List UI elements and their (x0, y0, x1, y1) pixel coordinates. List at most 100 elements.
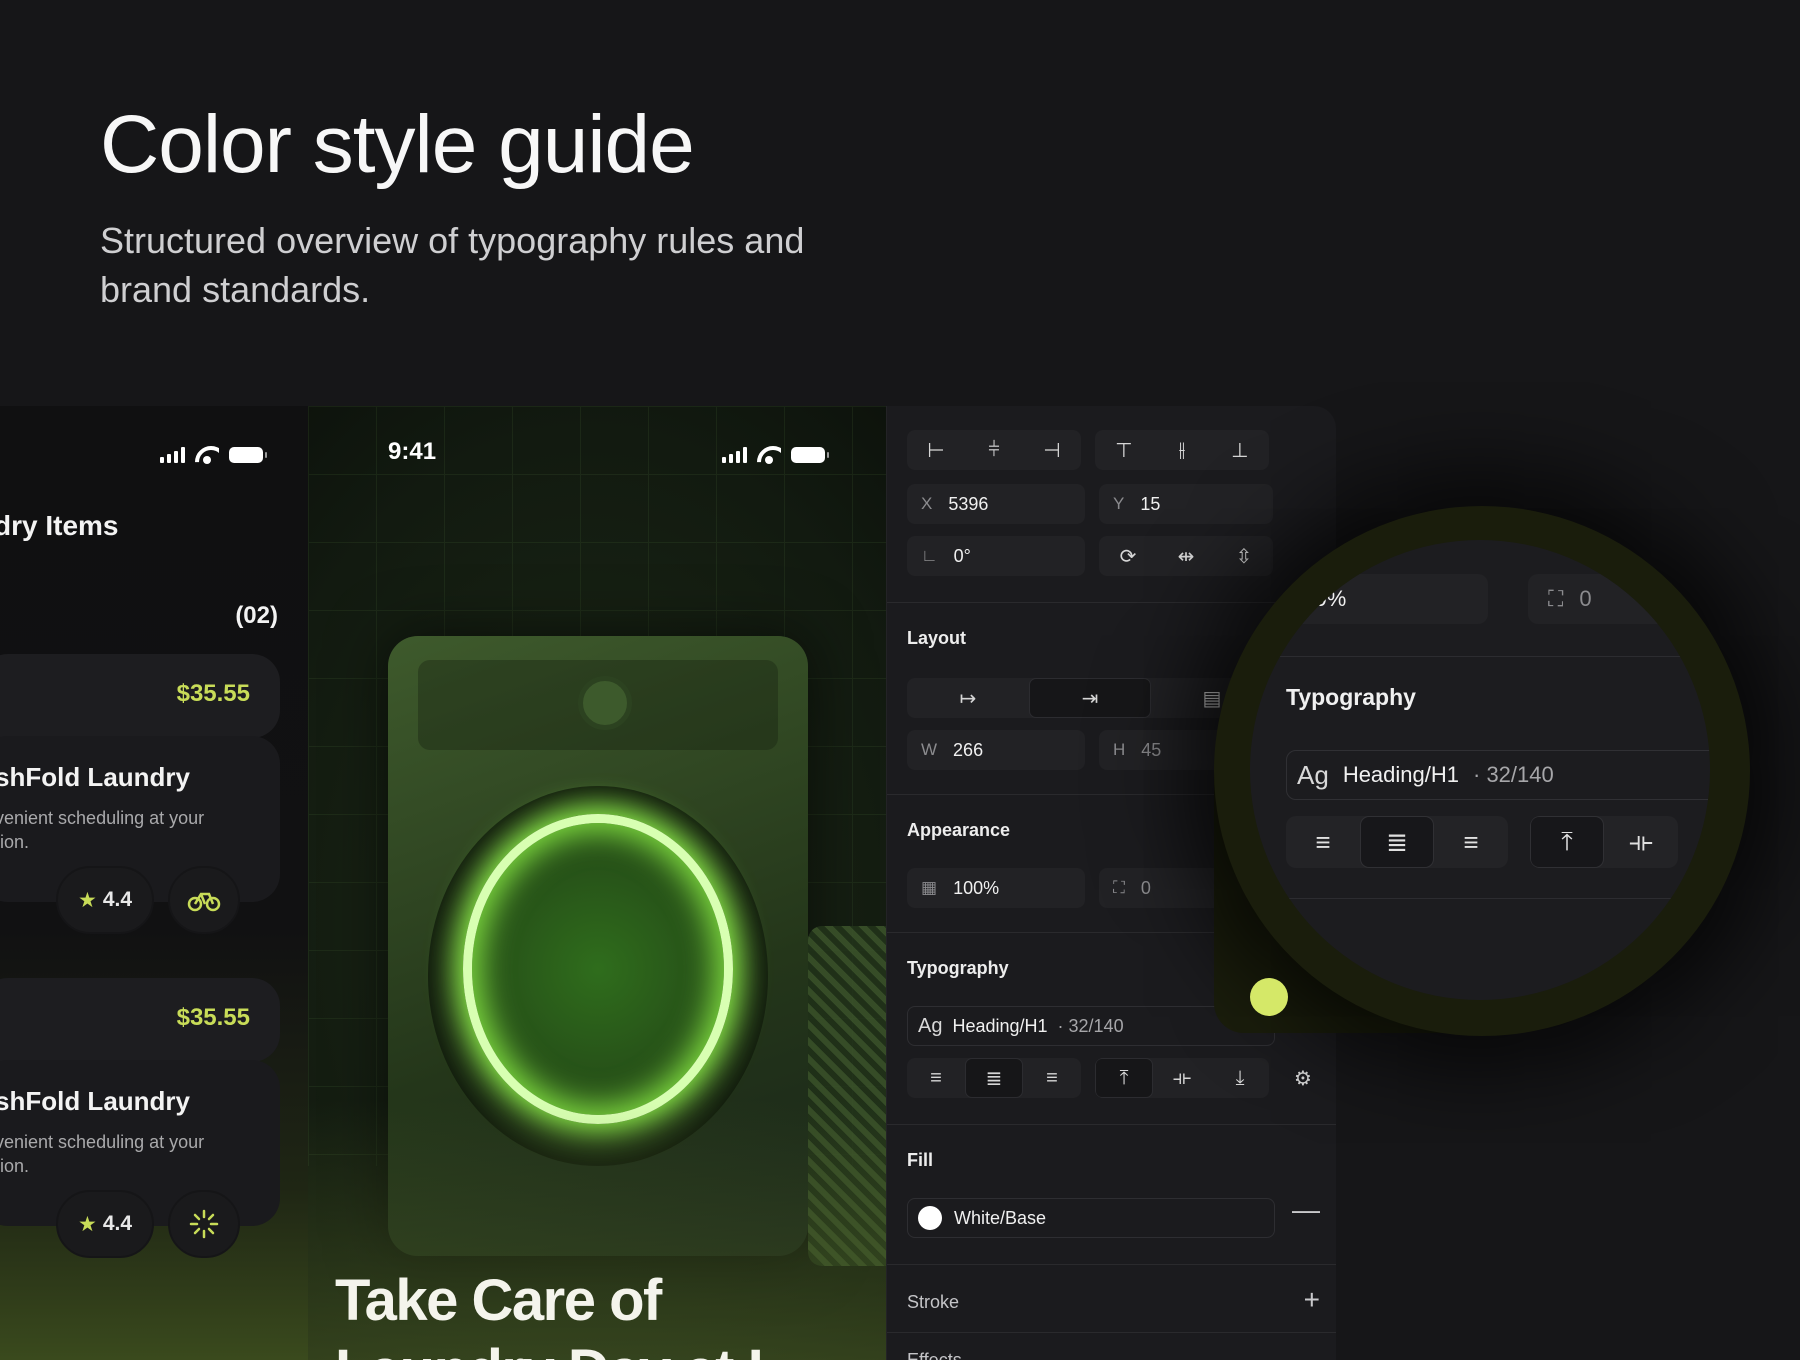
fill-color-field[interactable]: White/Base (907, 1198, 1275, 1238)
align-middle-icon[interactable]: ⫲ (1153, 430, 1211, 470)
text-settings-icon[interactable]: ⚙ (1283, 1058, 1323, 1098)
magnified-vertical-align-group: ⤒ ⟛ (1530, 816, 1678, 868)
magnified-text-align-group: ≡ ≣ ≡ (1286, 816, 1508, 868)
magnified-opacity-value: 100% (1290, 586, 1347, 611)
opacity-icon: ▦ (921, 878, 938, 897)
signal-icon (722, 447, 747, 463)
align-top-icon[interactable]: ⊤ (1095, 430, 1153, 470)
flip-horizontal-icon[interactable]: ⇹ (1157, 536, 1215, 576)
magnifier-lens: 100% ⛶ 0 Typography Ag Heading/H1 · 32/1… (1250, 540, 1710, 1000)
page-subtitle: Structured overview of typography rules … (100, 220, 805, 310)
width-field[interactable]: W 266 (907, 730, 1085, 770)
card-title: shFold Laundry (0, 1086, 190, 1116)
opacity-value: 100% (953, 877, 1000, 898)
headline-line-1: Take Care of (335, 1268, 662, 1333)
text-style-icon: Ag (918, 1014, 943, 1037)
magnified-text-style: Ag Heading/H1 · 32/140 (1286, 750, 1710, 800)
effects-label: Effects (907, 1350, 962, 1360)
align-right-icon[interactable]: ⊣ (1023, 430, 1081, 470)
divider (1250, 656, 1710, 657)
text-style-icon: Ag (1297, 759, 1329, 790)
w-value: 266 (953, 739, 984, 760)
color-picker-knob[interactable] (1250, 978, 1288, 1016)
magnified-radius-field: ⛶ 0 (1528, 574, 1710, 624)
x-value: 5396 (948, 493, 989, 514)
text-align-top-icon: ⤒ (1530, 816, 1604, 868)
h-label: H (1113, 740, 1126, 759)
layout-label: Layout (907, 628, 967, 648)
opacity-field[interactable]: ▦ 100% (907, 868, 1085, 908)
magnified-text-style-name: Heading/H1 (1342, 762, 1459, 787)
text-align-middle-icon: ⟛ (1629, 826, 1653, 856)
magnified-text-style-detail: · 32/140 (1473, 762, 1554, 787)
glowing-ring (463, 814, 733, 1124)
card-price: $35.55 (176, 680, 250, 707)
bicycle-button[interactable] (168, 866, 240, 934)
text-align-left-icon[interactable]: ≡ (907, 1058, 965, 1098)
h-value: 45 (1141, 739, 1162, 760)
remove-fill-icon[interactable]: — (1292, 1194, 1320, 1226)
divider (887, 1332, 1336, 1333)
x-position-field[interactable]: X 5396 (907, 484, 1085, 524)
align-center-h-icon[interactable]: ⫩ (965, 430, 1023, 470)
signal-icon (160, 447, 185, 463)
text-align-bottom-icon[interactable]: ⤓ (1211, 1058, 1269, 1098)
text-align-right-icon[interactable]: ≡ (1023, 1058, 1081, 1098)
battery-icon (791, 447, 829, 463)
headline-line-2: Laundry Day at L (335, 1336, 783, 1360)
text-style-name: Heading/H1 (952, 1015, 1048, 1036)
angle-icon: ∟ (921, 546, 938, 565)
divider (887, 1124, 1336, 1125)
w-label: W (921, 740, 938, 759)
align-left-icon[interactable]: ⊢ (907, 430, 965, 470)
fill-label: Fill (907, 1150, 933, 1170)
transform-group: ⟳ ⇹ ⇳ (1099, 536, 1273, 576)
text-align-middle-icon[interactable]: ⟛ (1153, 1058, 1211, 1098)
phone-hero-screen: 9:41 Take Care of Laundry Day at L (308, 406, 886, 1360)
dial (578, 676, 632, 730)
status-time: 9:41 (388, 438, 437, 465)
card-price: $35.55 (176, 1004, 250, 1031)
layout-horizontal-icon[interactable]: ↦ (907, 678, 1029, 718)
item-count: (02) (235, 602, 278, 629)
hero-headline: Take Care of Laundry Day at L (335, 1266, 783, 1360)
rating-badge: ★ 4.4 (56, 866, 154, 934)
text-align-group: ≡ ≣ ≡ (907, 1058, 1081, 1098)
text-style-detail: · 32/140 (1057, 1015, 1124, 1036)
vertical-align-group: ⊤ ⫲ ⊥ (1095, 430, 1269, 470)
y-position-field[interactable]: Y 15 (1099, 484, 1273, 524)
magnified-typography-label: Typography (1286, 684, 1416, 710)
header: Color style guide Structured overview of… (100, 104, 820, 314)
appearance-label: Appearance (907, 820, 1011, 840)
magnified-opacity-field: 100% (1270, 574, 1488, 624)
magnified-radius-value: 0 (1579, 586, 1592, 611)
status-bar-icons (722, 446, 829, 464)
loading-button[interactable] (168, 1190, 240, 1258)
divider (1250, 898, 1710, 899)
text-align-left-icon: ≡ (1315, 826, 1331, 857)
x-label: X (921, 494, 933, 513)
align-bottom-icon[interactable]: ⊥ (1211, 430, 1269, 470)
text-align-center-icon: ≣ (1360, 816, 1434, 868)
add-stroke-icon[interactable]: + (1304, 1284, 1320, 1316)
corner-radius-value: 0 (1140, 877, 1151, 898)
text-align-top-icon[interactable]: ⤒ (1095, 1058, 1153, 1098)
fill-swatch[interactable] (918, 1206, 942, 1230)
rotate-icon[interactable]: ⟳ (1099, 536, 1157, 576)
battery-icon (229, 447, 267, 463)
stroke-label: Stroke (907, 1292, 960, 1312)
layout-wrap-icon[interactable]: ⇥ (1029, 678, 1151, 718)
rotation-field[interactable]: ∟ 0° (907, 536, 1085, 576)
card-price-bar: $35.55 (0, 978, 280, 1062)
status-bar-icons (160, 446, 267, 464)
text-vertical-align-group: ⤒ ⟛ ⤓ (1095, 1058, 1269, 1098)
fill-style-name: White/Base (954, 1207, 1047, 1228)
rotation-value: 0° (953, 545, 971, 566)
star-icon: ★ (77, 1212, 97, 1236)
text-align-center-icon[interactable]: ≣ (965, 1058, 1023, 1098)
bicycle-icon (187, 892, 221, 912)
star-icon: ★ (77, 888, 97, 912)
wifi-icon (195, 446, 219, 464)
y-label: Y (1113, 494, 1125, 513)
page-title: Color style guide (100, 99, 695, 190)
